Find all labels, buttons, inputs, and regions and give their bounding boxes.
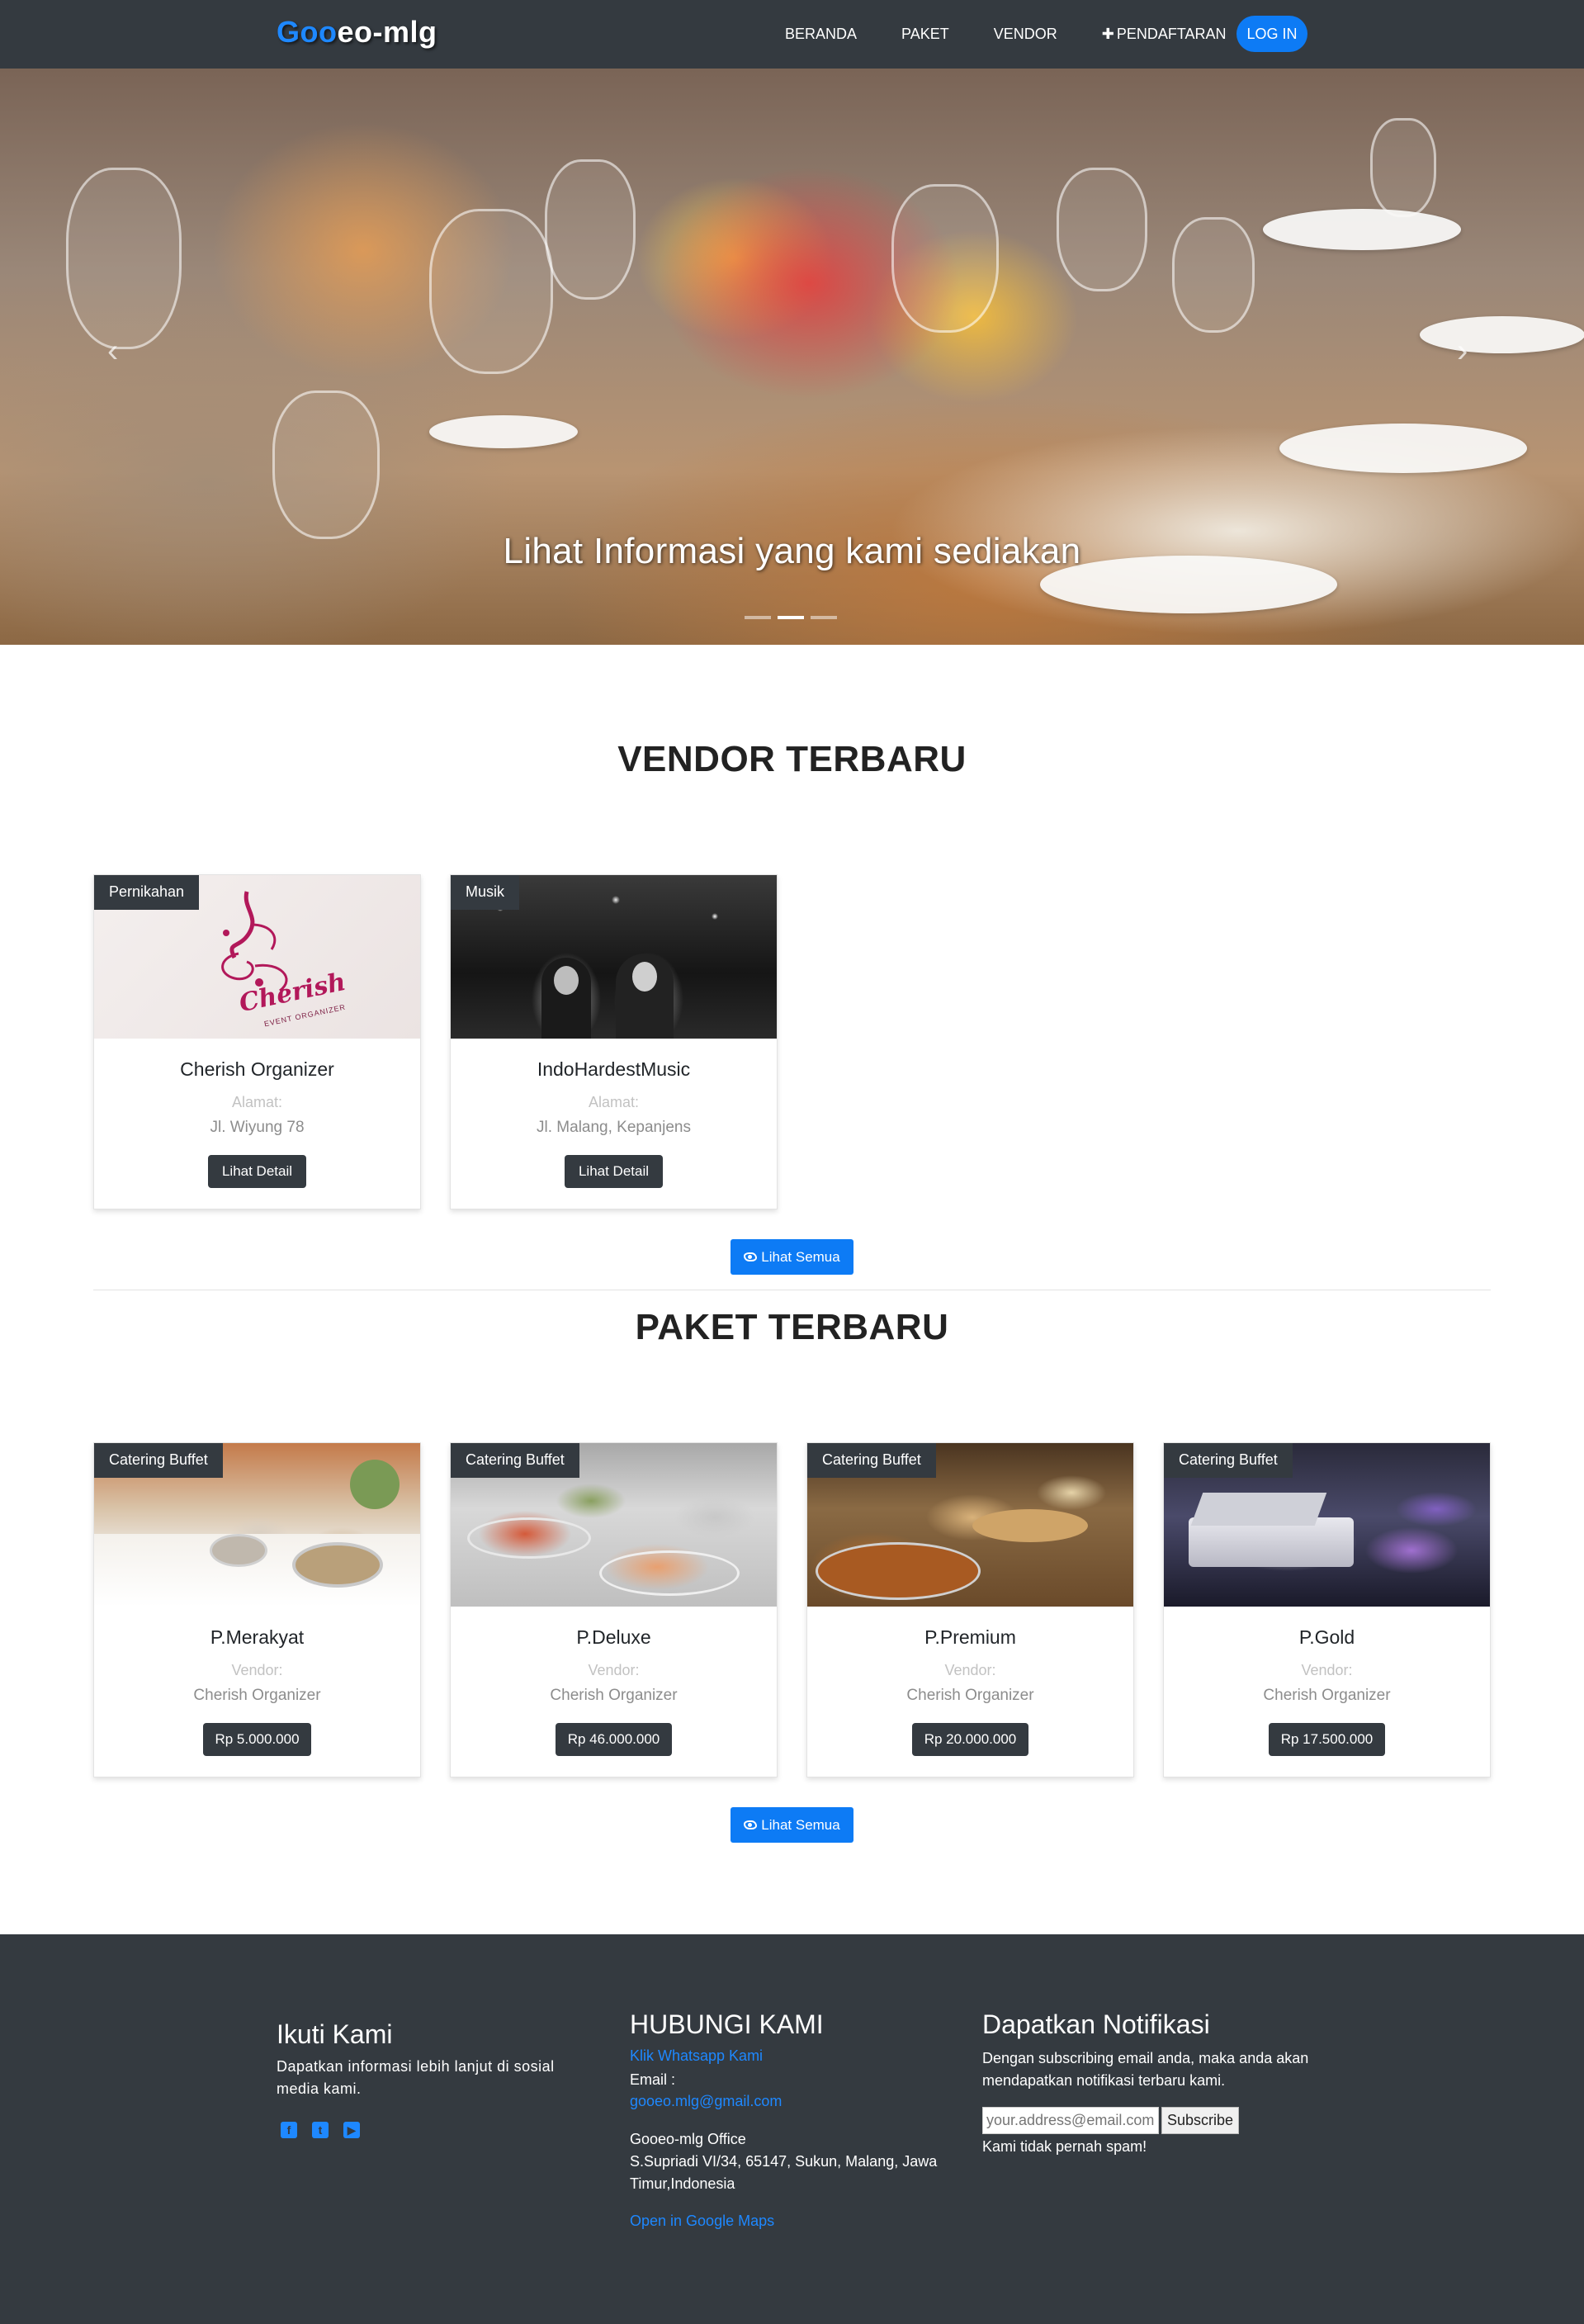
brand-rest: eo-mlg — [337, 15, 437, 49]
office-address-1: S.Supriadi VI/34, 65147, Sukun, Malang, … — [630, 2153, 938, 2170]
vendor-section-title: VENDOR TERBARU — [617, 739, 967, 779]
office-address-2: Timur,Indonesia — [630, 2175, 735, 2192]
package-name: P.Premium — [924, 1626, 1016, 1648]
vendor-label: Vendor: — [231, 1662, 283, 1678]
package-card: Catering Buffet P.Deluxe Vendor: Cherish… — [450, 1442, 778, 1777]
category-badge: Pernikahan — [94, 875, 200, 910]
address-label: Alamat: — [588, 1094, 640, 1110]
vendor-label: Vendor: — [588, 1662, 640, 1678]
google-maps-link[interactable]: Open in Google Maps — [630, 2213, 774, 2230]
whatsapp-link[interactable]: Klik Whatsapp Kami — [630, 2047, 763, 2065]
category-badge: Catering Buffet — [451, 1443, 579, 1478]
package-vendor: Cherish Organizer — [1263, 1687, 1391, 1704]
category-badge: Musik — [451, 875, 520, 910]
subscribe-button[interactable]: Subscribe — [1161, 2107, 1239, 2134]
nav-link-paket[interactable]: PAKET — [901, 26, 949, 43]
package-name: P.Merakyat — [210, 1626, 305, 1648]
no-spam-note: Kami tidak pernah spam! — [982, 2138, 1147, 2155]
email-label: Email : — [630, 2071, 676, 2088]
vendor-address: Jl. Wiyung 78 — [210, 1119, 305, 1136]
package-vendor: Cherish Organizer — [550, 1687, 678, 1704]
see-all-vendors-button[interactable]: Lihat Semua — [731, 1239, 853, 1275]
footer — [0, 1934, 1584, 2324]
price-button[interactable]: Rp 17.500.000 — [1269, 1723, 1385, 1756]
package-section-title: PAKET TERBARU — [635, 1307, 949, 1347]
login-button[interactable]: LOG IN — [1236, 16, 1307, 52]
follow-text-1: Dapatkan informasi lebih lanjut di sosia… — [277, 2058, 555, 2075]
email-subscribe-input[interactable] — [982, 2107, 1159, 2134]
see-all-packages-button[interactable]: Lihat Semua — [731, 1807, 853, 1843]
package-name: P.Deluxe — [576, 1626, 651, 1648]
price-button[interactable]: Rp 20.000.000 — [912, 1723, 1028, 1756]
vendor-card: Musik IndoHardestMusic Alamat: Jl. Malan… — [450, 874, 778, 1209]
package-card: Catering Buffet P.Gold Vendor: Cherish O… — [1163, 1442, 1491, 1777]
notify-title: Dapatkan Notifikasi — [982, 2009, 1210, 2039]
package-card: Catering Buffet P.Premium Vendor: Cheris… — [806, 1442, 1134, 1777]
carousel-indicator-active[interactable] — [778, 616, 804, 619]
vendor-label: Vendor: — [944, 1662, 996, 1678]
carousel-indicator[interactable] — [811, 616, 837, 619]
follow-title: Ikuti Kami — [277, 2019, 393, 2049]
follow-text-2: media kami. — [277, 2080, 362, 2097]
carousel-next-icon[interactable]: › — [1457, 333, 1468, 370]
vendor-card: Cherish EVENT ORGANIZER Pernikahan Cheri… — [93, 874, 421, 1209]
see-all-label: Lihat Semua — [761, 1248, 840, 1265]
vendor-address: Jl. Malang, Kepanjens — [537, 1119, 691, 1136]
hero-carousel: ‹ › Lihat Informasi yang kami sediakan — [0, 69, 1584, 645]
category-badge: Catering Buffet — [807, 1443, 936, 1478]
nav-link-pendaftaran[interactable]: ✚ PENDAFTARAN — [1102, 26, 1227, 43]
office-name: Gooeo-mlg Office — [630, 2131, 746, 2147]
address-label: Alamat: — [231, 1094, 283, 1110]
price-button[interactable]: Rp 5.000.000 — [203, 1723, 311, 1756]
facebook-icon[interactable]: f — [281, 2122, 297, 2138]
notify-text-2: mendapatkan notifikasi terbaru kami. — [982, 2072, 1226, 2089]
price-button[interactable]: Rp 46.000.000 — [556, 1723, 672, 1756]
twitter-icon[interactable]: t — [312, 2122, 329, 2138]
package-card: Catering Buffet P.Merakyat Vendor: Cheri… — [93, 1442, 421, 1777]
youtube-icon[interactable]: ▶ — [343, 2122, 360, 2138]
nav-link-vendor[interactable]: VENDOR — [994, 26, 1057, 43]
vendor-name: IndoHardestMusic — [537, 1058, 691, 1080]
nav-link-pendaftaran-label: PENDAFTARAN — [1116, 26, 1227, 42]
package-vendor: Cherish Organizer — [193, 1687, 321, 1704]
contact-title: HUBUNGI KAMI — [630, 2009, 824, 2039]
detail-button[interactable]: Lihat Detail — [208, 1155, 306, 1188]
carousel-indicators — [745, 616, 844, 619]
email-link[interactable]: gooeo.mlg@gmail.com — [630, 2093, 782, 2110]
category-badge: Catering Buffet — [1164, 1443, 1293, 1478]
hero-caption: Lihat Informasi yang kami sediakan — [503, 531, 1081, 571]
notify-text-1: Dengan subscribing email anda, maka anda… — [982, 2050, 1309, 2066]
package-name: P.Gold — [1298, 1626, 1355, 1648]
eye-icon — [744, 1820, 758, 1829]
navbar: Gooeo-mlg BERANDA PAKET VENDOR ✚ PENDAFTA… — [0, 0, 1584, 69]
see-all-label: Lihat Semua — [761, 1816, 840, 1833]
category-badge: Catering Buffet — [94, 1443, 223, 1478]
nav-links: BERANDA PAKET VENDOR ✚ PENDAFTARAN — [785, 0, 1271, 69]
brand-accent: Goo — [277, 15, 338, 49]
eye-icon — [744, 1252, 758, 1261]
package-vendor: Cherish Organizer — [906, 1687, 1034, 1704]
vendor-name: Cherish Organizer — [180, 1058, 334, 1080]
plus-icon: ✚ — [1101, 26, 1114, 42]
vendor-label: Vendor: — [1301, 1662, 1353, 1678]
carousel-indicator[interactable] — [745, 616, 771, 619]
nav-link-beranda[interactable]: BERANDA — [785, 26, 857, 43]
carousel-prev-icon[interactable]: ‹ — [107, 333, 118, 370]
brand-logo[interactable]: Gooeo-mlg — [277, 15, 437, 50]
detail-button[interactable]: Lihat Detail — [565, 1155, 663, 1188]
